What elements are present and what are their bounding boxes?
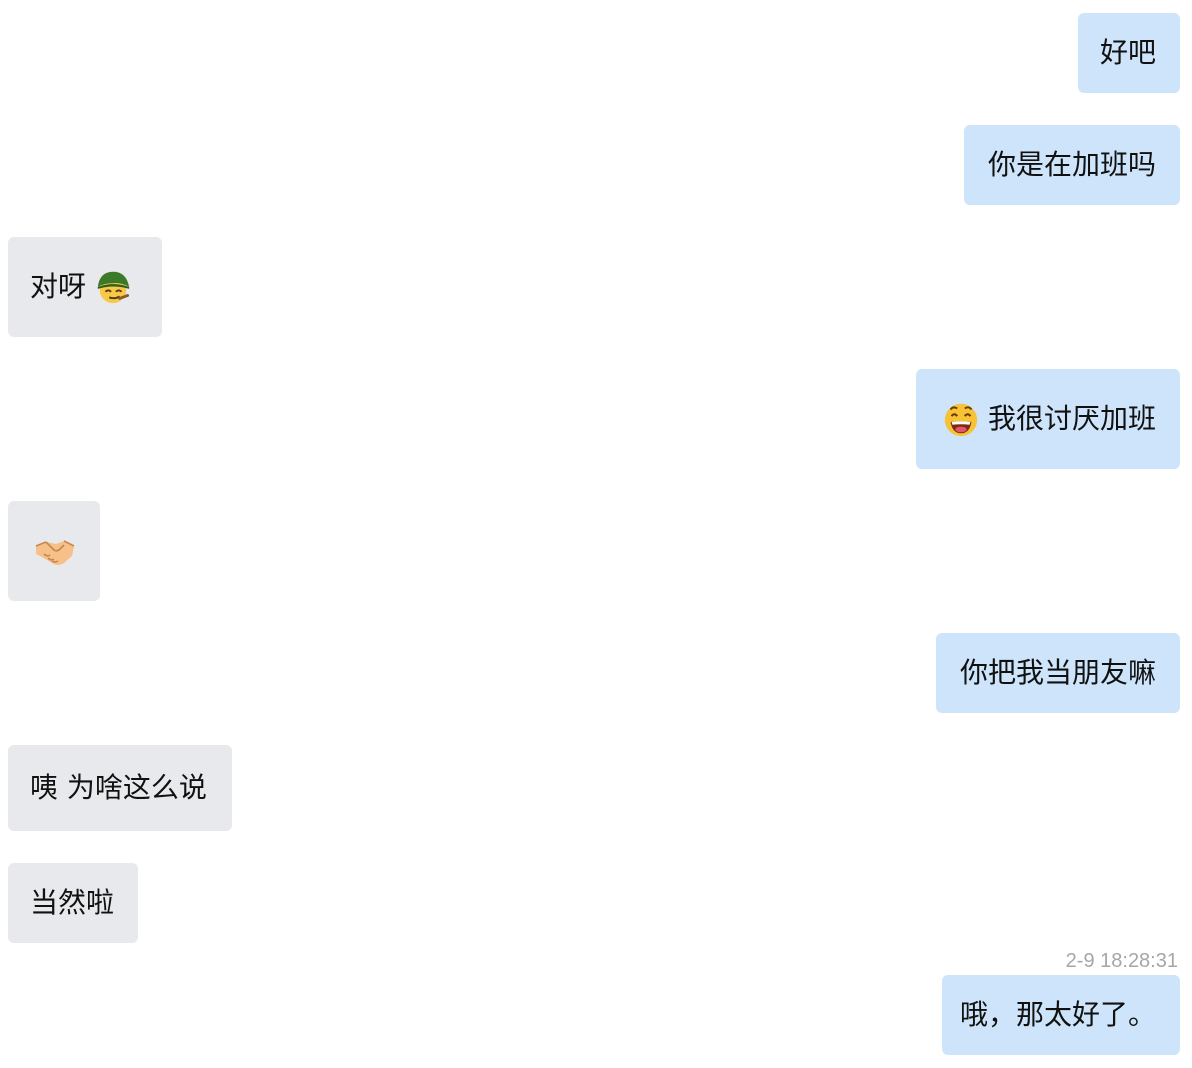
message-text: 好吧 xyxy=(1099,36,1156,69)
message-text: 当然啦 xyxy=(30,886,115,919)
message-bubble-outgoing[interactable]: 哦，那太好了。 xyxy=(942,975,1180,1055)
soldier-helmet-smirk-emoji xyxy=(94,268,132,306)
message-text: 你是在加班吗 xyxy=(987,148,1156,181)
grinning-face-emoji xyxy=(942,400,980,438)
message-bubble-incoming[interactable]: 对呀 xyxy=(8,237,162,337)
message-text: 哦，那太好了。 xyxy=(959,998,1156,1031)
message-bubble-outgoing[interactable]: 你把我当朋友嘛 xyxy=(936,633,1180,713)
chat-message-list: 好吧 你是在加班吗 对呀 我很讨厌加班 你把我当朋友嘛 咦 为啥这么说 当然啦 … xyxy=(0,0,1192,1068)
message-text: 我很讨厌加班 xyxy=(987,402,1156,435)
message-bubble-outgoing[interactable]: 我很讨厌加班 xyxy=(916,369,1180,469)
handshake-emoji xyxy=(34,530,76,572)
message-bubble-incoming[interactable]: 当然啦 xyxy=(8,863,138,943)
message-text: 对呀 xyxy=(30,270,87,303)
message-bubble-outgoing[interactable]: 好吧 xyxy=(1078,13,1180,93)
message-bubble-outgoing[interactable]: 你是在加班吗 xyxy=(964,125,1180,205)
message-bubble-incoming[interactable]: 咦 为啥这么说 xyxy=(8,745,232,831)
message-text: 咦 为啥这么说 xyxy=(30,771,207,804)
message-bubble-incoming[interactable] xyxy=(8,501,100,601)
message-text: 你把我当朋友嘛 xyxy=(959,656,1156,689)
message-timestamp: 2-9 18:28:31 xyxy=(1065,950,1178,972)
